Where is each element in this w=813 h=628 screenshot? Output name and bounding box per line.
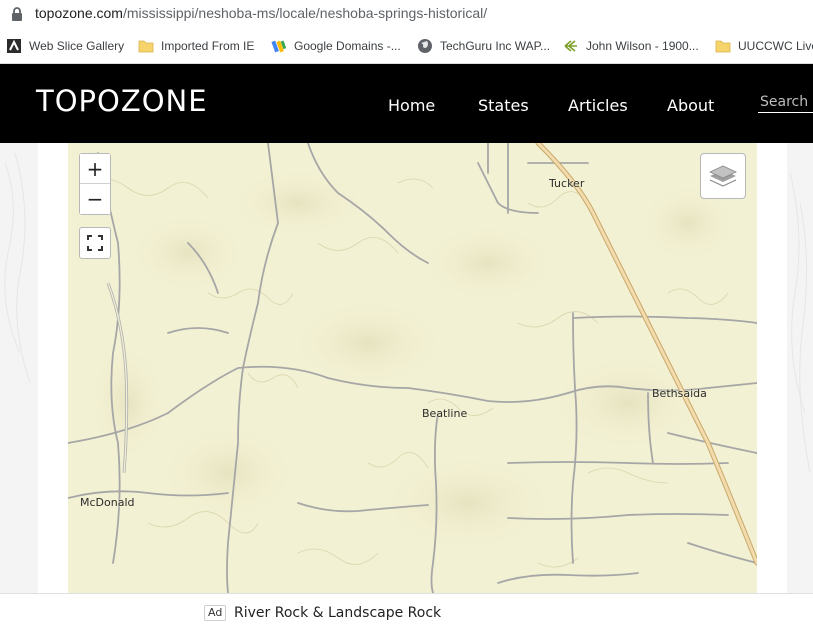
topo-map[interactable]: + − Tucker Bethsaida Beatline McDonald — [68, 143, 757, 593]
ad-badge: Ad — [204, 605, 227, 621]
web-slice-icon — [7, 39, 21, 53]
zoom-control: + − — [79, 153, 111, 215]
url-domain: topozone.com — [35, 5, 123, 21]
url-text[interactable]: topozone.com/mississippi/neshoba-ms/loca… — [35, 5, 487, 21]
nav-states[interactable]: States — [478, 96, 529, 115]
search-input[interactable] — [758, 92, 813, 113]
site-header: TOPOZONE Home States Articles About — [0, 64, 813, 143]
nav-home[interactable]: Home — [388, 96, 435, 115]
bookmark-imported-from-ie[interactable]: Imported From IE — [138, 37, 254, 55]
bookmark-web-slice-gallery[interactable]: Web Slice Gallery — [6, 37, 124, 55]
fullscreen-icon — [87, 235, 103, 251]
place-label: McDonald — [80, 496, 135, 509]
zoom-in-button[interactable]: + — [80, 154, 110, 184]
nav-about[interactable]: About — [667, 96, 714, 115]
folder-icon — [138, 40, 154, 53]
nav-articles[interactable]: Articles — [568, 96, 628, 115]
url-path: /mississippi/neshoba-ms/locale/neshoba-s… — [122, 5, 488, 21]
bookmark-google-domains[interactable]: Google Domains -... — [271, 37, 401, 55]
layers-button[interactable] — [700, 153, 746, 199]
ancestry-leaf-icon — [564, 40, 577, 52]
ad-text[interactable]: River Rock & Landscape Rock — [234, 605, 441, 621]
ad-bar[interactable]: Ad River Rock & Landscape Rock — [0, 593, 813, 628]
bookmarks-bar: Web Slice Gallery Imported From IE Googl… — [0, 29, 813, 64]
fullscreen-button[interactable] — [79, 227, 111, 259]
place-label: Beatline — [422, 407, 468, 420]
bookmark-uuccwc-live[interactable]: UUCCWC Live — [715, 37, 813, 55]
folder-icon — [715, 40, 731, 53]
globe-icon — [418, 39, 432, 53]
bookmark-john-wilson[interactable]: John Wilson - 1900... — [563, 37, 699, 55]
place-label: Bethsaida — [652, 387, 707, 400]
place-label: Tucker — [549, 177, 585, 190]
address-bar[interactable]: topozone.com/mississippi/neshoba-ms/loca… — [0, 0, 813, 29]
site-logo[interactable]: TOPOZONE — [36, 84, 208, 118]
lock-icon — [12, 7, 22, 21]
google-domains-icon — [271, 40, 287, 53]
layers-icon — [709, 165, 737, 187]
bookmark-techguru[interactable]: TechGuru Inc WAP... — [417, 37, 550, 55]
zoom-out-button[interactable]: − — [80, 184, 110, 214]
map-terrain — [68, 143, 757, 593]
